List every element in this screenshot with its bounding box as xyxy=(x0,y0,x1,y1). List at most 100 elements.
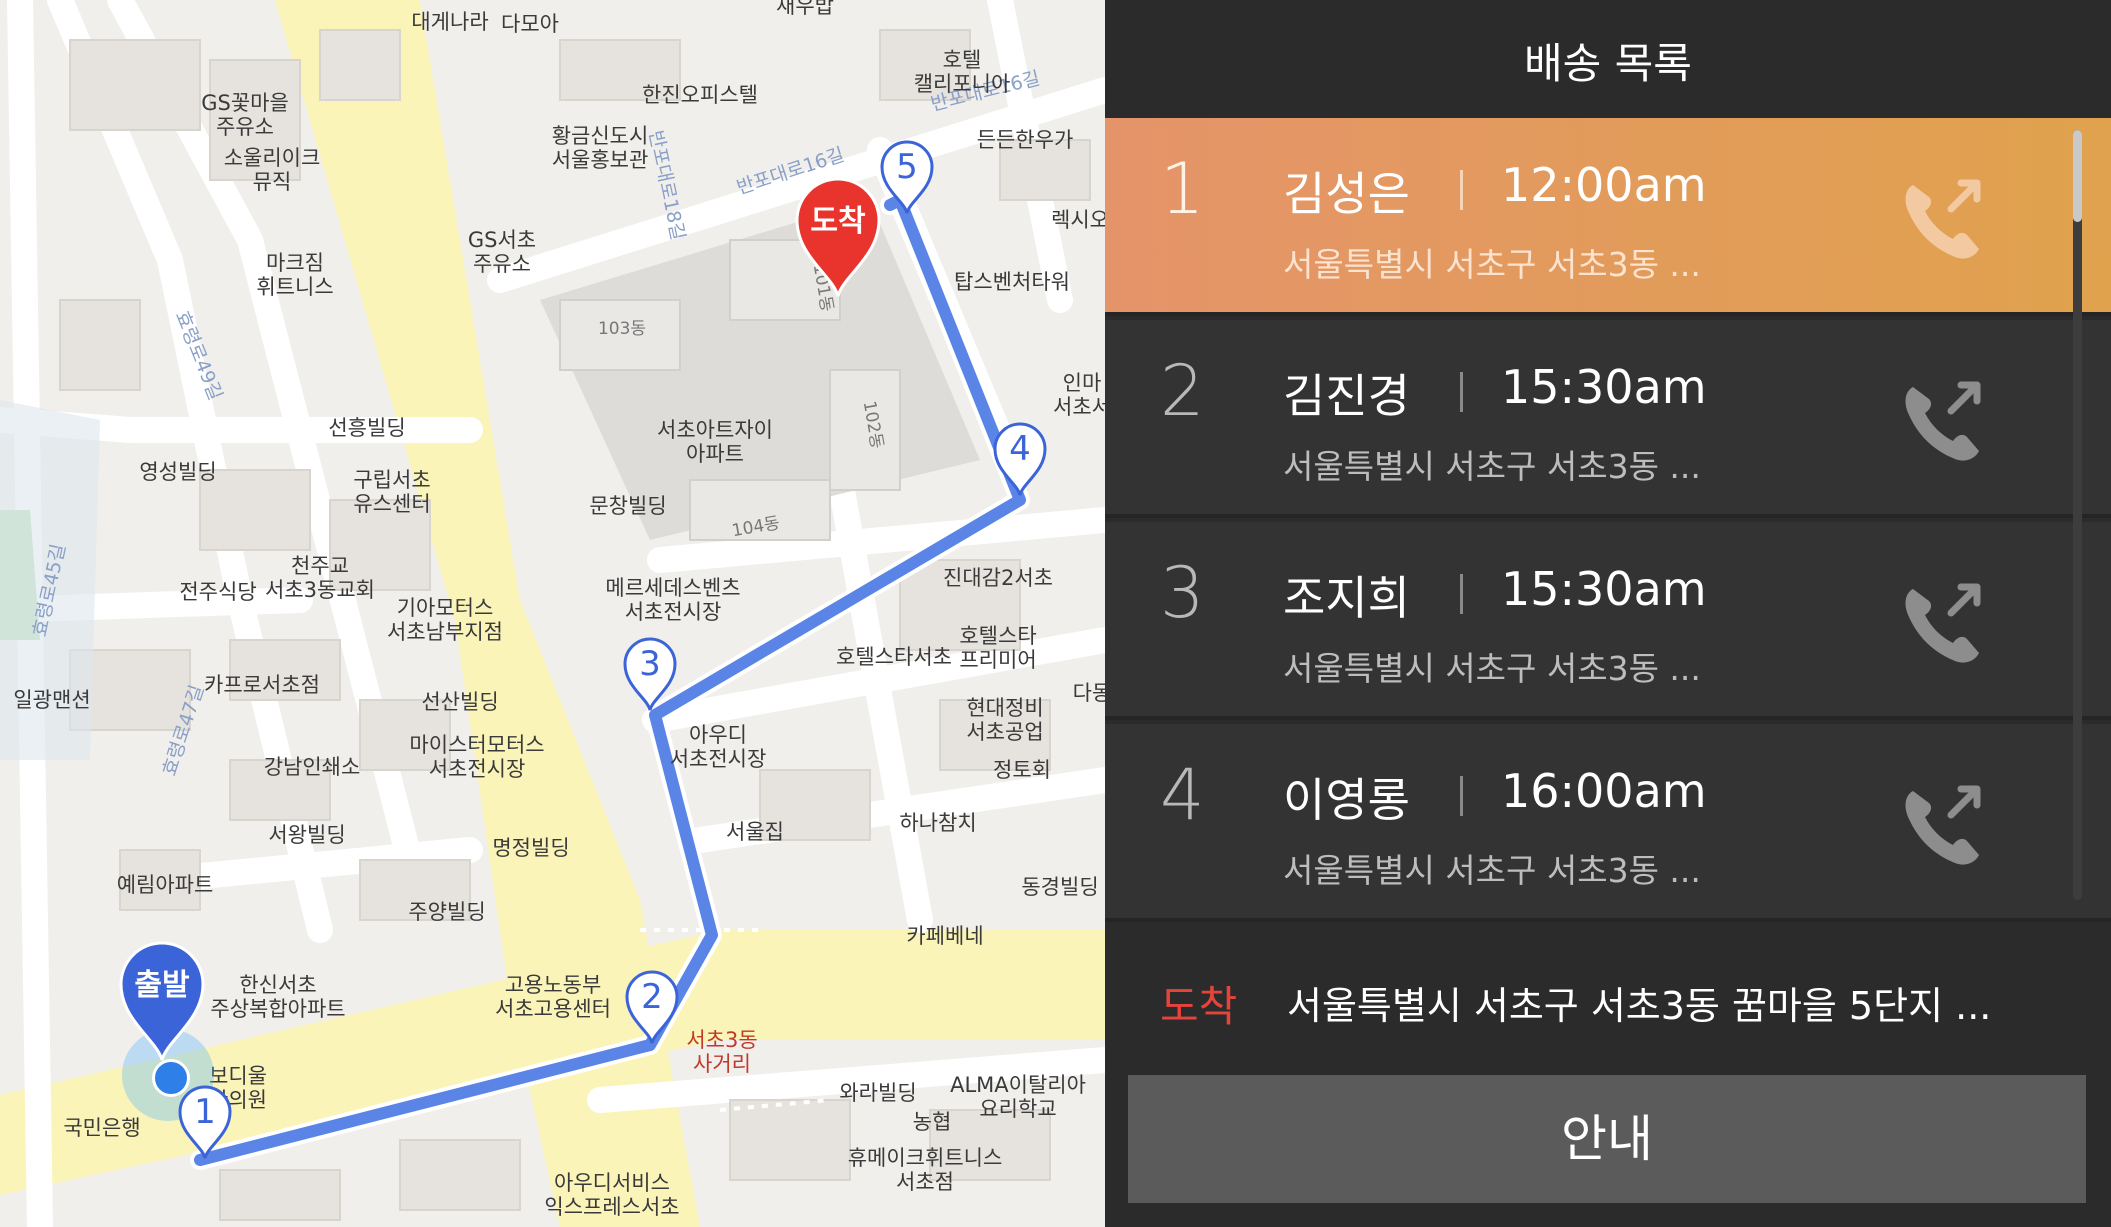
divider xyxy=(1460,372,1463,412)
departure-pin[interactable]: 출발 xyxy=(117,940,207,1062)
poi-label: 한신서초 주상복합아파트 xyxy=(210,972,346,1021)
poi-label: 기아모터스 서초남부지점 xyxy=(387,595,503,644)
poi-label: 호텔스타 프리미어 xyxy=(959,623,1037,672)
delivery-item-2[interactable]: 2 김진경 15:30am 서울특별시 서초구 서초3동 ... xyxy=(1105,320,2111,518)
list-scrollbar[interactable] xyxy=(2073,130,2082,900)
poi-label: 강남인쇄소 xyxy=(263,754,361,779)
poi-label: 소울리이크 뮤직 xyxy=(223,145,321,194)
delivery-time: 15:30am xyxy=(1501,562,1707,616)
poi-label: 영성빌딩 xyxy=(139,459,217,484)
poi-label: 마이스터모터스 서초전시장 xyxy=(409,732,545,781)
delivery-item-3[interactable]: 3 조지희 15:30am 서울특별시 서초구 서초3동 ... xyxy=(1105,522,2111,720)
poi-label: 서울집 xyxy=(726,819,784,844)
poi-label: 마크짐 휘트니스 xyxy=(256,250,334,299)
delivery-number: 1 xyxy=(1160,148,1205,230)
poi-label: 선산빌딩 xyxy=(421,689,499,714)
poi-label: 농협 xyxy=(912,1109,952,1134)
destination-tag: 도착 xyxy=(1160,982,1238,1031)
waypoint-marker-1[interactable]: 1 xyxy=(177,1084,233,1160)
poi-label: 아우디서비스 익스프레스서초 xyxy=(544,1170,680,1219)
delivery-panel: 배송 목록 1 김성은 12:00am 서울특별시 서초구 서초3동 ... 2… xyxy=(1105,0,2111,1227)
delivery-number: 2 xyxy=(1160,350,1205,432)
poi-label: 명정빌딩 xyxy=(492,835,570,860)
waypoint-marker-4[interactable]: 4 xyxy=(992,421,1048,497)
poi-label: 서왕빌딩 xyxy=(268,822,346,847)
waypoint-number: 5 xyxy=(896,147,918,187)
destination-row[interactable]: 도착 서울특별시 서초구 서초3동 꿈마을 5단지 ... xyxy=(1105,925,2111,1060)
recipient-name: 김성은 xyxy=(1283,167,1410,221)
waypoint-number: 4 xyxy=(1009,429,1031,469)
recipient-name: 김진경 xyxy=(1283,369,1410,423)
poi-label: 선흥빌딩 xyxy=(328,415,406,440)
divider xyxy=(1460,170,1463,210)
poi-label: 103동 xyxy=(597,319,647,340)
destination-address: 서울특별시 서초구 서초3동 꿈마을 5단지 ... xyxy=(1287,984,1992,1028)
poi-label: 대게나라 xyxy=(411,9,489,34)
delivery-time: 16:00am xyxy=(1501,764,1707,818)
delivery-address: 서울특별시 서초구 서초3동 ... xyxy=(1283,447,1701,486)
poi-label: 메르세데스벤츠 서초전시장 xyxy=(605,575,741,624)
poi-label: 렉시오 xyxy=(1051,207,1105,232)
phone-call-icon[interactable] xyxy=(1895,779,1995,869)
divider xyxy=(1460,574,1463,614)
delivery-time: 12:00am xyxy=(1501,158,1707,212)
recipient-name: 조지희 xyxy=(1283,571,1410,625)
arrival-pin[interactable]: 도착 xyxy=(793,176,883,298)
delivery-number: 3 xyxy=(1160,552,1205,634)
poi-label: 주양빌딩 xyxy=(408,899,486,924)
poi-label: 와라빌딩 xyxy=(839,1080,917,1105)
delivery-address: 서울특별시 서초구 서초3동 ... xyxy=(1283,245,1701,284)
poi-label: GS꽃마을 주유소 xyxy=(201,90,289,139)
phone-call-icon[interactable] xyxy=(1895,375,1995,465)
poi-label: 문창빌딩 xyxy=(589,493,667,518)
delivery-time: 15:30am xyxy=(1501,360,1707,414)
departure-pin-label: 출발 xyxy=(134,968,190,1003)
poi-label: 인마 서초서 xyxy=(1053,370,1105,419)
poi-label: 카페베네 xyxy=(906,923,984,948)
poi-label: 정토회 xyxy=(993,757,1051,782)
waypoint-number: 2 xyxy=(641,977,663,1017)
route-map[interactable]: 반포대로16길 반포대로16길 반포대로18길 효령로49길 효령로47길 효령… xyxy=(0,0,1105,1227)
poi-label: 구립서초 유스센터 xyxy=(353,467,431,516)
panel-title: 배송 목록 xyxy=(1524,39,1692,88)
arrival-pin-label: 도착 xyxy=(810,204,866,239)
delivery-item-1[interactable]: 1 김성은 12:00am 서울특별시 서초구 서초3동 ... xyxy=(1105,118,2111,316)
delivery-address: 서울특별시 서초구 서초3동 ... xyxy=(1283,851,1701,890)
poi-label: 서초3동 사거리 xyxy=(686,1027,758,1076)
poi-label: 든든한우가 xyxy=(976,127,1074,152)
poi-label: 동경빌딩 xyxy=(1021,874,1099,899)
poi-label: 고용노동부 서초고용센터 xyxy=(495,972,611,1021)
waypoint-number: 3 xyxy=(639,644,661,684)
poi-label: 예림아파트 xyxy=(116,872,214,897)
poi-label: 황금신도시 서울홍보관 xyxy=(551,123,649,172)
divider xyxy=(1460,776,1463,816)
poi-label: 국민은행 xyxy=(63,1115,141,1140)
poi-label: 다모아 xyxy=(501,11,559,36)
phone-call-icon[interactable] xyxy=(1895,577,1995,667)
poi-label: 천주교 서초3동교회 xyxy=(265,553,375,602)
poi-label: 휴메이크휘트니스 서초점 xyxy=(847,1145,1003,1194)
recipient-name: 이영롱 xyxy=(1283,773,1410,827)
guide-button[interactable]: 안내 xyxy=(1128,1075,2086,1203)
poi-label: 다동 xyxy=(1072,680,1105,705)
phone-call-icon[interactable] xyxy=(1895,173,1995,263)
waypoint-marker-3[interactable]: 3 xyxy=(622,636,678,712)
poi-label: 아우디 서초전시장 xyxy=(669,722,767,771)
poi-label: 진대감2서초 xyxy=(943,565,1053,590)
poi-label: 호텔스타서초 xyxy=(836,644,952,669)
delivery-address: 서울특별시 서초구 서초3동 ... xyxy=(1283,649,1701,688)
poi-label: 한진오피스텔 xyxy=(642,82,758,107)
waypoint-marker-2[interactable]: 2 xyxy=(624,969,680,1045)
delivery-item-4[interactable]: 4 이영롱 16:00am 서울특별시 서초구 서초3동 ... xyxy=(1105,724,2111,922)
poi-label: 호텔 캘리포니아 xyxy=(913,47,1011,96)
poi-label: 하나참치 xyxy=(899,810,977,835)
waypoint-marker-5[interactable]: 5 xyxy=(879,139,935,215)
poi-label: 탑스벤처타워 xyxy=(954,269,1070,294)
poi-label: GS서초 주유소 xyxy=(467,227,537,276)
poi-label: 전주식당 xyxy=(179,579,257,604)
poi-label: ALMA이탈리아 요리학교 xyxy=(950,1072,1086,1121)
delivery-number: 4 xyxy=(1160,754,1205,836)
waypoint-number: 1 xyxy=(194,1092,216,1132)
poi-label: 현대정비 서초공업 xyxy=(966,695,1044,744)
poi-label: 서초아트자이 아파트 xyxy=(657,417,773,466)
